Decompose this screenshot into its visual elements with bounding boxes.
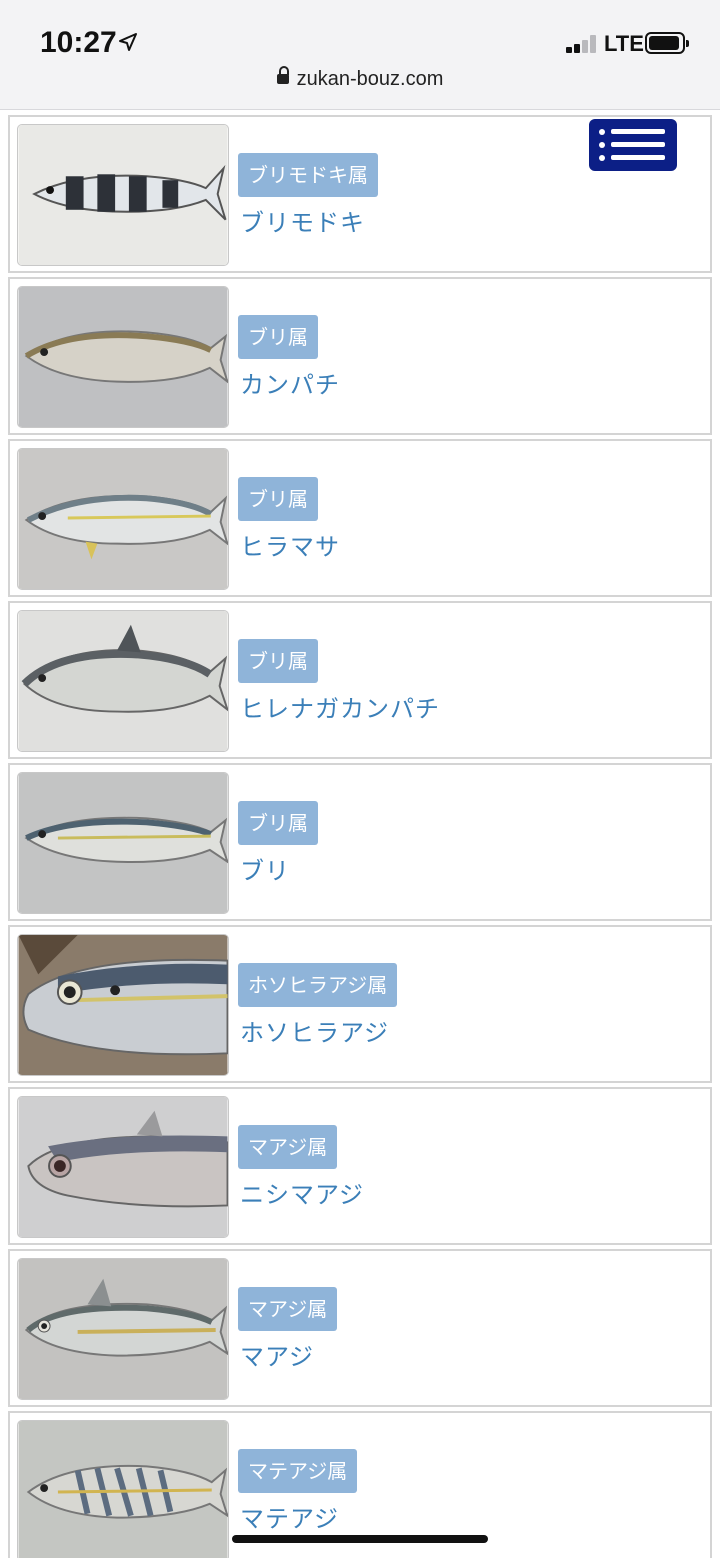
home-indicator [232, 1535, 488, 1543]
signal-icon [566, 33, 602, 53]
fish-thumbnail[interactable] [17, 286, 229, 428]
species-link[interactable]: ヒレナガカンパチ [240, 689, 440, 724]
fish-card[interactable]: ブリ属 カンパチ [8, 277, 712, 435]
genus-badge[interactable]: ホソヒラアジ属 [238, 963, 398, 1007]
fish-card[interactable]: マアジ属 マアジ [8, 1249, 712, 1407]
fish-card[interactable]: ブリ属 ヒレナガカンパチ [8, 601, 712, 759]
genus-badge[interactable]: ブリ属 [238, 315, 318, 359]
fish-card[interactable]: マアジ属 ニシマアジ [8, 1087, 712, 1245]
yellowtail-kingfish-photo-icon [18, 449, 228, 589]
species-link[interactable]: ホソヒラアジ [240, 1013, 389, 1048]
battery-icon [645, 32, 689, 54]
species-link[interactable]: ブリモドキ [240, 203, 365, 238]
scad-photo-icon [18, 935, 228, 1075]
genus-badge[interactable]: ブリ属 [238, 477, 318, 521]
genus-badge[interactable]: マアジ属 [238, 1125, 338, 1169]
species-link[interactable]: マアジ [240, 1337, 314, 1372]
fish-thumbnail[interactable] [17, 934, 229, 1076]
fish-thumbnail[interactable] [17, 1420, 229, 1558]
fish-thumbnail[interactable] [17, 1258, 229, 1400]
location-arrow-icon [119, 33, 137, 51]
lock-icon [276, 66, 289, 86]
menu-button[interactable] [589, 119, 677, 171]
pilot-fish-photo-icon [18, 125, 228, 265]
status-time: 10:27 [40, 26, 117, 59]
status-bar: 10:27 LTE zukan-bouz.com [0, 0, 720, 110]
species-link[interactable]: ブリ [240, 851, 290, 886]
network-type: LTE [604, 31, 644, 56]
genus-badge[interactable]: マテアジ属 [238, 1449, 358, 1493]
fish-card[interactable]: ブリ属 ヒラマサ [8, 439, 712, 597]
fish-list: ブリモドキ属 ブリモドキ ブリ属 カンパチ ブリ属 ヒラマサ ブリ属 ヒレナガカ… [8, 115, 712, 1558]
url-text: zukan-bouz.com [296, 68, 444, 90]
fish-thumbnail[interactable] [17, 772, 229, 914]
species-link[interactable]: カンパチ [240, 365, 340, 400]
genus-badge[interactable]: ブリ属 [238, 801, 318, 845]
yellowtail-photo-icon [18, 773, 228, 913]
amberjack-photo-icon [18, 287, 228, 427]
japanese-jack-mackerel-photo-icon [18, 1259, 228, 1399]
fish-card[interactable]: ブリ属 ブリ [8, 763, 712, 921]
blue-mackerel-scad-photo-icon [18, 1421, 228, 1558]
horse-mackerel-photo-icon [18, 1097, 228, 1237]
species-link[interactable]: ヒラマサ [240, 527, 340, 562]
url-bar[interactable]: zukan-bouz.com [0, 66, 720, 91]
genus-badge[interactable]: ブリ属 [238, 639, 318, 683]
fish-thumbnail[interactable] [17, 124, 229, 266]
genus-badge[interactable]: ブリモドキ属 [238, 153, 378, 197]
almaco-jack-photo-icon [18, 611, 228, 751]
fish-thumbnail[interactable] [17, 610, 229, 752]
fish-card[interactable]: ホソヒラアジ属 ホソヒラアジ [8, 925, 712, 1083]
fish-thumbnail[interactable] [17, 1096, 229, 1238]
species-link[interactable]: マテアジ [240, 1499, 339, 1534]
species-link[interactable]: ニシマアジ [240, 1175, 364, 1210]
fish-thumbnail[interactable] [17, 448, 229, 590]
genus-badge[interactable]: マアジ属 [238, 1287, 338, 1331]
